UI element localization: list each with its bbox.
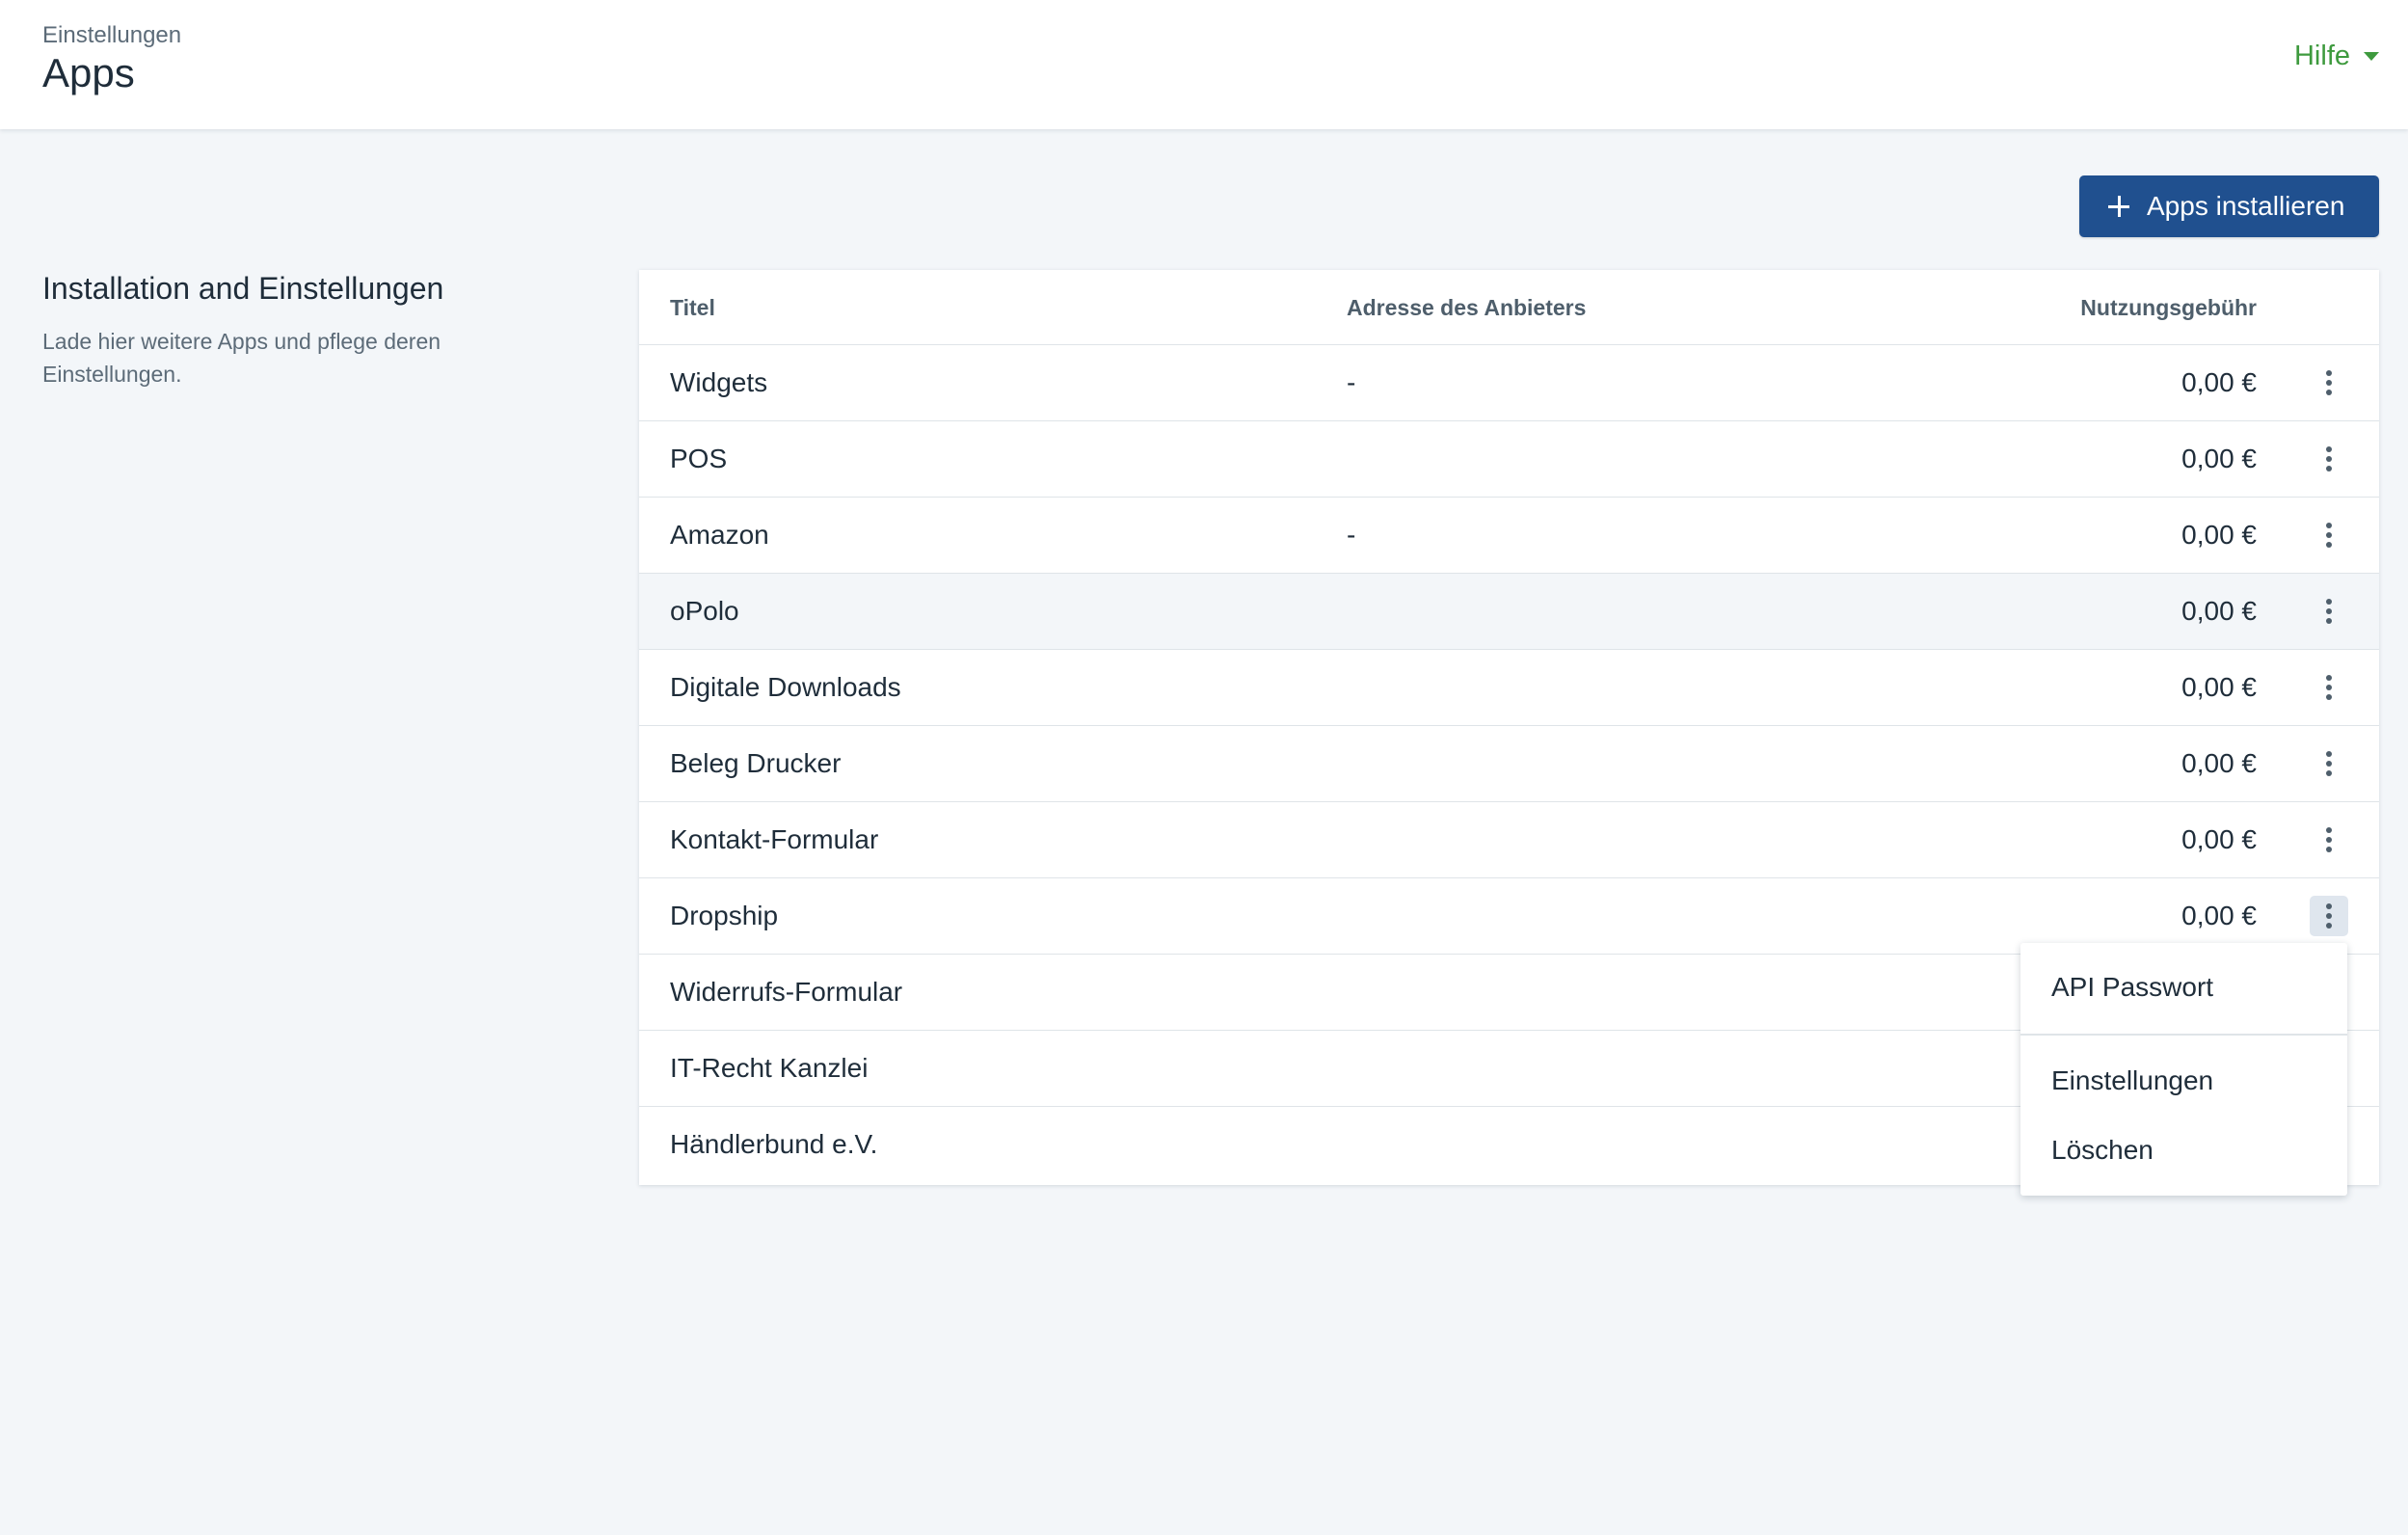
table-row[interactable]: Widgets - 0,00 € bbox=[639, 345, 2379, 421]
menu-item-settings[interactable]: Einstellungen bbox=[2051, 1065, 2213, 1096]
column-header-title: Titel bbox=[670, 295, 715, 320]
row-title: IT-Recht Kanzlei bbox=[670, 1053, 869, 1083]
row-title: Widerrufs-Formular bbox=[670, 977, 903, 1007]
table-row[interactable]: oPolo 0,00 € bbox=[639, 574, 2379, 650]
help-dropdown[interactable]: Hilfe bbox=[2294, 40, 2379, 72]
row-fee: 0,00 € bbox=[2181, 596, 2257, 626]
more-vertical-icon[interactable] bbox=[2310, 363, 2348, 403]
more-vertical-icon[interactable] bbox=[2310, 439, 2348, 479]
row-fee: 0,00 € bbox=[2181, 672, 2257, 702]
row-title: Digitale Downloads bbox=[670, 672, 901, 702]
row-title: Kontakt-Formular bbox=[670, 824, 879, 854]
row-fee: 0,00 € bbox=[2181, 444, 2257, 473]
section-description: Lade hier weitere Apps und pflege deren … bbox=[42, 329, 441, 387]
table-row[interactable]: POS 0,00 € bbox=[639, 421, 2379, 498]
row-title: Dropship bbox=[670, 901, 779, 930]
section-title: Installation and Einstellungen bbox=[42, 271, 444, 306]
row-title: POS bbox=[670, 444, 728, 473]
row-fee: 0,00 € bbox=[2181, 520, 2257, 550]
row-address: - bbox=[1347, 520, 1356, 550]
row-fee: 0,00 € bbox=[2181, 748, 2257, 778]
row-title: Widgets bbox=[670, 367, 768, 397]
row-title: Amazon bbox=[670, 520, 769, 550]
plus-icon bbox=[2108, 196, 2129, 217]
row-address: - bbox=[1347, 367, 1356, 397]
table-header: Titel Adresse des Anbieters Nutzungsgebü… bbox=[639, 270, 2379, 345]
row-title: Händlerbund e.V. bbox=[670, 1129, 878, 1159]
table-row[interactable]: Beleg Drucker 0,00 € bbox=[639, 726, 2379, 802]
breadcrumb[interactable]: Einstellungen bbox=[42, 22, 181, 49]
more-vertical-icon[interactable] bbox=[2310, 591, 2348, 632]
row-title: oPolo bbox=[670, 596, 739, 626]
help-label: Hilfe bbox=[2293, 40, 2350, 71]
row-context-menu: API Passwort Einstellungen Löschen bbox=[2020, 943, 2347, 1196]
column-header-fee: Nutzungsgebühr bbox=[2080, 295, 2257, 320]
row-title: Beleg Drucker bbox=[670, 748, 842, 778]
table-row[interactable]: Digitale Downloads 0,00 € bbox=[639, 650, 2379, 726]
more-vertical-icon[interactable] bbox=[2310, 515, 2348, 555]
column-header-address: Adresse des Anbieters bbox=[1347, 295, 1587, 320]
install-apps-button[interactable]: Apps installieren bbox=[2079, 175, 2379, 237]
caret-down-icon bbox=[2364, 52, 2379, 61]
table-row[interactable]: Amazon - 0,00 € bbox=[639, 498, 2379, 574]
more-vertical-icon[interactable] bbox=[2310, 743, 2348, 784]
menu-divider bbox=[2020, 1034, 2347, 1036]
page-header: Einstellungen Apps Hilfe bbox=[0, 0, 2408, 129]
more-vertical-icon[interactable] bbox=[2310, 667, 2348, 708]
menu-item-api-password[interactable]: API Passwort bbox=[2051, 972, 2213, 1003]
more-vertical-icon[interactable] bbox=[2310, 820, 2348, 860]
more-vertical-icon[interactable] bbox=[2310, 896, 2348, 936]
page-title: Apps bbox=[42, 50, 135, 95]
table-row[interactable]: Kontakt-Formular 0,00 € bbox=[639, 802, 2379, 878]
row-fee: 0,00 € bbox=[2181, 367, 2257, 397]
install-apps-label: Apps installieren bbox=[2147, 191, 2345, 221]
menu-item-delete[interactable]: Löschen bbox=[2051, 1135, 2154, 1166]
row-fee: 0,00 € bbox=[2181, 824, 2257, 854]
